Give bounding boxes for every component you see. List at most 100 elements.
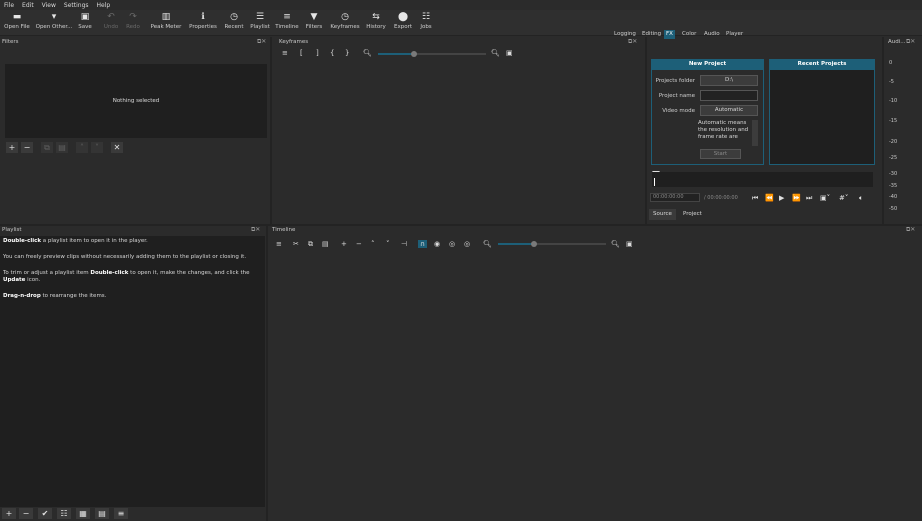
copy-filter-button[interactable]: ⧉	[41, 142, 53, 153]
workspace-fx[interactable]: FX	[664, 30, 675, 39]
cut-icon[interactable]: ✂	[293, 240, 299, 248]
zoom-fit-icon[interactable]: ▣	[626, 240, 633, 248]
workspace-audio[interactable]: Audio	[702, 30, 722, 39]
brace-right-icon[interactable]: }	[345, 49, 349, 57]
projects-folder-button[interactable]: D:\	[700, 75, 758, 86]
description-scrollbar[interactable]	[752, 120, 758, 146]
meter-label: -5	[889, 79, 894, 85]
recent-projects-list[interactable]	[769, 69, 875, 165]
player-scrubber[interactable]	[652, 172, 873, 187]
filters-button[interactable]: ▼ Filters	[299, 12, 329, 30]
menu-edit[interactable]: Edit	[22, 2, 34, 9]
remove-filter-button[interactable]: −	[21, 142, 33, 153]
scrub-icon[interactable]: ◉	[434, 240, 440, 248]
redo-button[interactable]: ↷ Redo	[118, 12, 148, 30]
zoom-fit-icon[interactable]: ▣	[506, 49, 513, 57]
meter-label: -10	[889, 98, 898, 104]
workspace-player[interactable]: Player	[724, 30, 745, 39]
recent-icon: ◷	[230, 12, 238, 22]
remove-icon[interactable]: −	[356, 240, 362, 248]
zoom-icon[interactable]: ▣˅	[820, 194, 830, 202]
menu-view[interactable]: View	[42, 2, 56, 9]
timeline-button[interactable]: ≡ Timeline	[272, 12, 302, 30]
filters-panel-float-close[interactable]: ⧉✕	[257, 38, 266, 45]
brace-left-icon[interactable]: {	[330, 49, 334, 57]
tab-project[interactable]: Project	[679, 209, 706, 220]
bracket-right-icon[interactable]: ]	[316, 49, 319, 57]
minus-icon: −	[22, 509, 30, 518]
paste-icon[interactable]: ▤	[322, 240, 329, 248]
workspace-color[interactable]: Color	[680, 30, 698, 39]
overwrite-icon[interactable]: ˅	[386, 240, 390, 248]
recent-projects-header: Recent Projects	[769, 59, 875, 69]
duration-label: / 00:00:00:00	[704, 195, 738, 201]
keyframes-panel-float-close[interactable]: ⧉✕	[628, 38, 637, 45]
splitter-player-audio[interactable]	[882, 37, 884, 224]
tab-source[interactable]: Source	[649, 209, 676, 220]
playlist-menu-button[interactable]: ≡	[114, 508, 128, 519]
splitter-horizontal[interactable]	[0, 224, 922, 226]
playlist-details-view-button[interactable]: ☷	[57, 508, 71, 519]
bracket-left-icon[interactable]: [	[300, 49, 303, 57]
ripple-all-icon[interactable]: ◎	[464, 240, 470, 248]
keyframes-zoom-slider[interactable]	[411, 51, 417, 57]
open-file-button[interactable]: ▬ Open File	[2, 12, 32, 30]
zoom-in-icon[interactable]: 🔍︎	[491, 49, 500, 57]
playlist-help-line: Drag-n-drop to rearrange the items.	[3, 293, 107, 299]
playlist-panel-float-close[interactable]: ⧉✕	[251, 226, 260, 233]
main-toolbar: ▬ Open File ▾ Open Other... ▣ Save ↶ Undo ↷ R…	[0, 10, 922, 39]
snap-icon[interactable]: ∩	[418, 240, 428, 248]
keyframes-menu-icon[interactable]: ≡	[282, 49, 288, 57]
fast-forward-icon[interactable]: ⏩	[792, 194, 801, 202]
jobs-button[interactable]: ☷ Jobs	[411, 12, 441, 30]
move-filter-down-button[interactable]: ˅	[91, 142, 103, 153]
volume-icon[interactable]: 🔈︎	[859, 194, 863, 203]
playlist-icons-view-button[interactable]: ▤	[95, 508, 109, 519]
menu-settings[interactable]: Settings	[64, 2, 89, 9]
menu-help[interactable]: Help	[97, 2, 111, 9]
timeline-panel-float-close[interactable]: ⧉✕	[906, 226, 915, 233]
splitter-playlist-timeline[interactable]	[266, 226, 268, 521]
rewind-icon[interactable]: ⏪	[765, 194, 774, 202]
timeline-menu-icon[interactable]: ≡	[276, 240, 282, 248]
playlist-update-button[interactable]: ✔	[38, 508, 52, 519]
grid-icon[interactable]: #˅	[839, 194, 848, 202]
zoom-out-icon[interactable]: 🔍︎	[483, 240, 492, 248]
append-icon[interactable]: +	[341, 240, 347, 248]
splitter-keyframes-player[interactable]	[645, 37, 647, 224]
copy-icon[interactable]: ⧉	[308, 240, 313, 249]
playlist-remove-button[interactable]: −	[19, 508, 33, 519]
playlist-tiles-view-button[interactable]: ▦	[76, 508, 90, 519]
open-other-button[interactable]: ▾ Open Other...	[36, 12, 73, 30]
filters-list[interactable]: Nothing selected	[5, 64, 267, 138]
zoom-in-icon[interactable]: 🔍︎	[611, 240, 620, 248]
video-mode-select[interactable]: Automatic	[700, 105, 758, 116]
add-filter-button[interactable]: +	[6, 142, 18, 153]
keyframes-button[interactable]: ◷ Keyframes	[330, 12, 360, 30]
properties-button[interactable]: ℹ Properties	[188, 12, 218, 30]
meter-label: -25	[889, 155, 898, 161]
lift-icon[interactable]: ˄	[371, 240, 375, 248]
project-name-input[interactable]	[700, 90, 758, 101]
paste-filter-button[interactable]: ▤	[56, 142, 68, 153]
splitter-filters-keyframes[interactable]	[270, 37, 272, 224]
workspace-editing[interactable]: Editing	[640, 30, 663, 39]
start-button[interactable]: Start	[700, 149, 741, 159]
move-filter-up-button[interactable]: ˄	[76, 142, 88, 153]
playlist-button[interactable]: ☰ Playlist	[245, 12, 275, 30]
menu-file[interactable]: File	[4, 2, 14, 9]
history-button[interactable]: ⇆ History	[361, 12, 391, 30]
split-icon[interactable]: ⊣	[401, 240, 407, 248]
zoom-out-icon[interactable]: 🔍︎	[363, 49, 372, 57]
skip-previous-icon[interactable]: ⏮	[752, 194, 758, 203]
play-icon[interactable]: ▶	[779, 194, 784, 202]
ripple-icon[interactable]: ◎	[449, 240, 455, 248]
peak-meter-button[interactable]: ▥ Peak Meter	[151, 12, 182, 30]
skip-next-icon[interactable]: ⏭	[806, 194, 812, 203]
undo-icon: ↶	[107, 12, 115, 22]
deselect-filter-button[interactable]: ✕	[111, 142, 123, 153]
playlist-add-button[interactable]: +	[2, 508, 16, 519]
audio-panel-float-close[interactable]: ⧉✕	[906, 38, 915, 45]
timeline-zoom-slider[interactable]	[531, 241, 537, 247]
timecode-input[interactable]: 00:00:00:00	[650, 193, 700, 202]
